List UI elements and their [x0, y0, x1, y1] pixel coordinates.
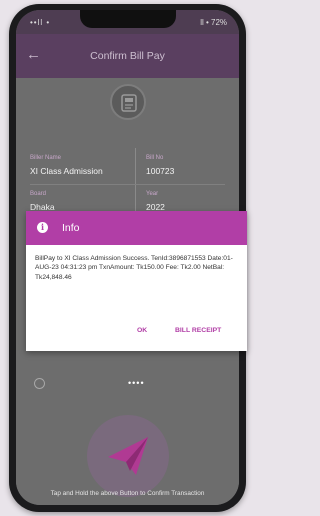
field-divider	[135, 148, 136, 218]
status-signal: ••ll •	[30, 18, 51, 27]
biller-name-label: Biller Name	[30, 155, 62, 161]
ok-button[interactable]: OK	[137, 327, 147, 334]
biller-logo	[110, 84, 146, 120]
pin-field[interactable]: ••••	[34, 378, 224, 392]
biller-name-value: XI Class Admission	[30, 166, 103, 176]
info-icon: i	[37, 222, 48, 233]
confirm-send-button[interactable]	[87, 415, 169, 497]
bill-no-value: 100723	[146, 166, 175, 176]
bill-document-icon	[121, 94, 137, 112]
app-bar: ← Confirm Bill Pay	[16, 34, 239, 78]
year-label: Year	[146, 191, 159, 197]
bill-no-label: Bill No	[146, 155, 164, 161]
row-divider	[30, 184, 225, 185]
pin-value: ••••	[128, 378, 145, 388]
bill-receipt-button[interactable]: BILL RECEIPT	[175, 327, 221, 334]
status-bar: ••ll • ll • 72%	[16, 10, 239, 34]
page-title: Confirm Bill Pay	[90, 50, 165, 62]
dialog-message: BillPay to XI Class Admission Success. T…	[35, 255, 233, 281]
dialog-title: Info	[62, 222, 80, 234]
confirm-hint: Tap and Hold the above Button to Confirm…	[50, 490, 205, 497]
status-battery: ll • 72%	[200, 18, 227, 27]
camera-notch	[80, 10, 176, 28]
send-icon	[108, 437, 148, 475]
board-label: Board	[30, 191, 47, 197]
dialog-header: i Info	[26, 211, 247, 245]
info-dialog: i Info BillPay to XI Class Admission Suc…	[26, 211, 247, 351]
lock-icon	[34, 378, 45, 389]
